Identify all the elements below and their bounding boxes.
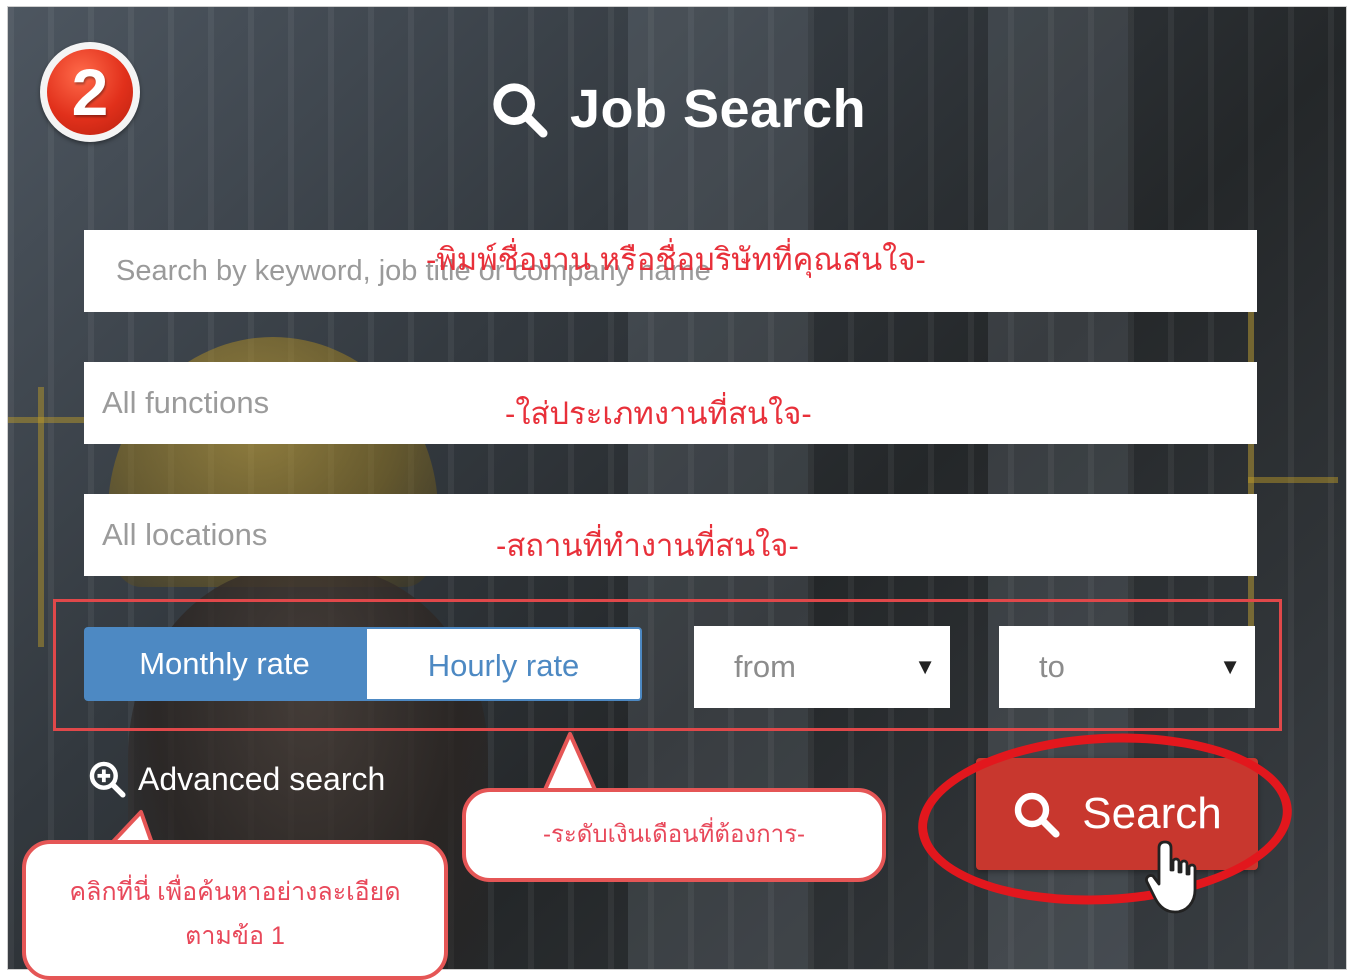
caret-down-icon: ▼ xyxy=(914,654,936,679)
salary-from-value: from xyxy=(734,649,796,684)
salary-from-select[interactable]: from ▼ xyxy=(694,626,950,708)
hand-cursor-icon xyxy=(1145,840,1197,914)
page-title: Job Search xyxy=(490,74,866,144)
functions-annotation: -ใส่ประเภทงานที่สนใจ- xyxy=(505,396,812,431)
salary-callout-tail xyxy=(542,732,598,794)
hourly-rate-toggle[interactable]: Hourly rate xyxy=(365,627,642,701)
functions-select-value: All functions xyxy=(102,385,270,420)
caret-down-icon: ▼ xyxy=(1219,654,1241,679)
background-rail xyxy=(38,387,44,647)
salary-to-value: to xyxy=(1039,649,1065,684)
advanced-callout: คลิกที่นี่ เพื่อค้นหาอย่างละเอียด ตามข้อ… xyxy=(22,840,448,980)
locations-select-value: All locations xyxy=(102,517,268,552)
advanced-search-label: Advanced search xyxy=(138,760,386,797)
step-badge: 2 xyxy=(40,42,140,142)
advanced-search-link[interactable]: Advanced search xyxy=(88,760,385,798)
advanced-callout-line2: ตามข้อ 1 xyxy=(185,922,285,950)
keyword-annotation: -พิมพ์ชื่องาน หรือชื่อบริษัทที่คุณสนใจ- xyxy=(426,242,926,277)
search-icon xyxy=(493,83,548,138)
zoom-in-icon xyxy=(89,761,126,798)
page-title-text: Job Search xyxy=(570,79,867,139)
advanced-callout-line1: คลิกที่นี่ เพื่อค้นหาอย่างละเอียด xyxy=(69,878,401,906)
monthly-rate-toggle[interactable]: Monthly rate xyxy=(84,627,365,701)
salary-to-select[interactable]: to ▼ xyxy=(999,626,1255,708)
locations-annotation: -สถานที่ทำงานที่สนใจ- xyxy=(496,528,799,563)
background-rail xyxy=(1248,477,1338,483)
salary-callout-text: -ระดับเงินเดือนที่ต้องการ- xyxy=(543,821,805,848)
salary-callout: -ระดับเงินเดือนที่ต้องการ- xyxy=(462,788,886,882)
step-number: 2 xyxy=(47,49,133,135)
